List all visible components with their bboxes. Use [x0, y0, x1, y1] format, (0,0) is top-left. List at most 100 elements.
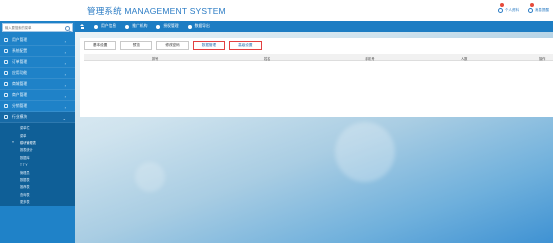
submenu-item-label: 菜单栏 — [20, 126, 30, 131]
main-panel: 基本设置 预览 修改密码 数据管理 高级设置 排号 姓名 手机号 人数 操作 — [80, 38, 553, 117]
nav-item-promotion[interactable]: 推广机构 — [125, 24, 147, 29]
sidebar-item-orders[interactable]: 订单管理 › — [0, 57, 75, 68]
notification-dot — [530, 3, 535, 7]
order-icon — [4, 60, 8, 64]
submenu-item-label: 报表统计 — [20, 148, 33, 153]
sidebar-item-label: 用户管理 — [12, 37, 28, 42]
chevron-right-icon: › — [64, 60, 66, 66]
share-icon — [4, 104, 8, 108]
nav-item-user-info[interactable]: 用户信息 — [94, 24, 116, 29]
profile-link-label: 个人资料 — [504, 8, 520, 12]
chevron-right-icon: › — [64, 71, 66, 77]
top-nav: 用户信息 推广机构 授权管理 数据导出 — [75, 21, 553, 32]
grid-icon — [156, 24, 161, 29]
submenu-item-label: 菜单 — [20, 133, 27, 138]
arrow-right-icon: » — [12, 140, 14, 145]
menu-search-input[interactable] — [3, 24, 61, 31]
column-header: 姓名 — [264, 56, 271, 61]
submenu-item[interactable]: T T Y — [0, 161, 75, 168]
submenu-item-label: 模块管理表 — [20, 140, 36, 145]
chevron-right-icon: › — [64, 104, 66, 110]
notification-dot — [500, 3, 505, 7]
advanced-settings-button[interactable]: 高级设置 — [229, 41, 262, 50]
home-icon[interactable] — [80, 24, 85, 29]
submenu-item[interactable]: 报表统计 — [0, 146, 75, 153]
nav-item-label: 用户信息 — [101, 24, 117, 28]
change-password-button[interactable]: 修改密码 — [156, 41, 189, 50]
submenu: 菜单栏 菜单 » 模块管理表 报表统计 数据库 T T Y 管理员 数据表 推荐表… — [0, 123, 75, 207]
table-header: 排号 姓名 手机号 人数 操作 — [84, 54, 553, 61]
promotion-icon — [125, 24, 130, 29]
profile-link[interactable]: 个人资料 — [498, 3, 519, 13]
nav-item-export[interactable]: 数据导出 — [187, 24, 210, 29]
chevron-right-icon: › — [64, 93, 66, 99]
submenu-item[interactable]: 菜单 — [0, 131, 75, 138]
submenu-item[interactable]: 管理员 — [0, 168, 75, 175]
submenu-item[interactable]: 更多表 — [0, 198, 75, 205]
top-header: 管理系统 MANAGEMENT SYSTEM 个人资料 消息提醒 — [0, 0, 553, 21]
submenu-item[interactable]: 数据表 — [0, 176, 75, 183]
column-header: 手机号 — [365, 56, 375, 61]
column-header: 操作 — [539, 56, 546, 61]
search-icon[interactable] — [65, 25, 70, 31]
sidebar: 用户管理 › 系统配置 › 订单管理 › 应用功能 › 商城管理 › 商户管理 › 分销管理… — [0, 21, 75, 243]
sidebar-item-system[interactable]: 系统配置 › — [0, 46, 75, 57]
settings-icon — [4, 49, 8, 53]
chevron-right-icon: › — [64, 82, 66, 88]
basic-settings-button[interactable]: 基本设置 — [84, 41, 117, 50]
chevron-right-icon: › — [64, 49, 66, 55]
nav-item-label: 推广机构 — [132, 24, 148, 28]
module-icon — [4, 115, 8, 119]
toolbar: 基本设置 预览 修改密码 数据管理 高级设置 — [84, 41, 262, 50]
background-bokeh — [335, 122, 395, 182]
submenu-item[interactable]: 查询表 — [0, 191, 75, 198]
app-icon — [4, 71, 8, 75]
merchant-icon — [4, 93, 8, 97]
sidebar-item-label: 系统配置 — [12, 48, 28, 53]
user-icon — [498, 8, 504, 13]
sidebar-item-merchant[interactable]: 商户管理 › — [0, 90, 75, 101]
submenu-item-label: 数据库 — [20, 155, 30, 160]
nav-item-auth[interactable]: 授权管理 — [156, 24, 179, 29]
data-management-button[interactable]: 数据管理 — [192, 41, 226, 50]
submenu-item-label: 查询表 — [20, 192, 30, 197]
submenu-item[interactable]: 推荐表 — [0, 183, 75, 190]
submenu-item-label: 管理员 — [20, 170, 30, 175]
sidebar-item-apps[interactable]: 应用功能 › — [0, 68, 75, 79]
eye-icon — [187, 24, 192, 29]
sidebar-item-label: 商城管理 — [12, 81, 28, 86]
sidebar-item-label: 商户管理 — [12, 92, 28, 97]
sidebar-search — [2, 23, 73, 32]
user-icon — [94, 24, 98, 29]
sidebar-item-users[interactable]: 用户管理 › — [0, 35, 75, 46]
messages-link[interactable]: 消息提醒 — [528, 3, 549, 13]
chevron-down-icon: ⌄ — [62, 115, 66, 121]
submenu-item-current[interactable]: » 模块管理表 — [0, 139, 75, 146]
column-header: 人数 — [461, 56, 468, 61]
data-table: 排号 姓名 手机号 人数 操作 — [84, 54, 553, 61]
submenu-item[interactable]: 数据库 — [0, 154, 75, 161]
nav-item-label: 数据导出 — [194, 24, 210, 28]
sidebar-menu: 用户管理 › 系统配置 › 订单管理 › 应用功能 › 商城管理 › 商户管理 › 分销管理… — [0, 35, 75, 207]
sidebar-item-distribution[interactable]: 分销管理 › — [0, 101, 75, 112]
submenu-item-label: 数据表 — [20, 177, 30, 182]
preview-button[interactable]: 预览 — [120, 41, 153, 50]
background-bokeh — [135, 162, 165, 192]
shop-icon — [4, 82, 8, 86]
sidebar-item-label: 分销管理 — [12, 103, 28, 108]
user-icon — [4, 38, 8, 42]
sidebar-item-modules[interactable]: 行业模块 ⌄ — [0, 112, 75, 123]
sidebar-item-shop[interactable]: 商城管理 › — [0, 79, 75, 90]
chevron-right-icon: › — [64, 38, 66, 44]
submenu-item-label: 更多表 — [20, 200, 30, 205]
submenu-item-label: T T Y — [20, 162, 28, 167]
sidebar-item-label: 应用功能 — [12, 70, 28, 75]
bell-icon — [528, 8, 534, 13]
submenu-item[interactable]: 菜单栏 — [0, 124, 75, 131]
app-title: 管理系统 MANAGEMENT SYSTEM — [87, 6, 226, 16]
sidebar-item-label: 订单管理 — [12, 59, 28, 64]
submenu-item-label: 推荐表 — [20, 185, 30, 190]
column-header: 排号 — [152, 56, 159, 61]
messages-link-label: 消息提醒 — [534, 8, 549, 12]
logo-area — [0, 0, 75, 21]
